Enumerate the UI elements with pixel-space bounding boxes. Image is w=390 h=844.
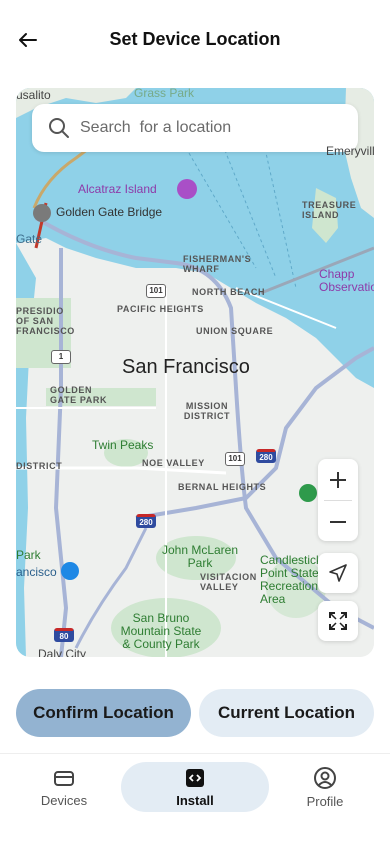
location-actions: Confirm Location Current Location [0, 689, 390, 737]
map-label-sausalito: usalito [16, 88, 51, 102]
map-label-emeryville: Emeryville [326, 144, 374, 158]
route-shield: 101 [146, 284, 166, 298]
fullscreen-icon [329, 612, 347, 630]
my-location-button[interactable] [318, 553, 358, 593]
map-label-district: District [16, 461, 63, 471]
interstate-shield: 280 [256, 449, 276, 463]
park-pin-icon [299, 484, 317, 502]
map-label-sco: ancisco [16, 565, 57, 579]
map-label-gate: Gate [16, 232, 43, 246]
search-input[interactable] [80, 119, 330, 137]
map-label-park: Park [16, 548, 41, 562]
search-bar[interactable] [32, 104, 358, 152]
map-label-mission-district: Mission District [183, 401, 231, 421]
map-label-bernal-heights: Bernal Heights [178, 482, 267, 492]
zoom-in-button[interactable] [318, 459, 358, 500]
page-title: Set Device Location [109, 29, 281, 49]
map-label-mclaren-park: John McLaren Park [161, 543, 239, 570]
map-label-north-beach: North Beach [192, 287, 266, 297]
route-shield: 1 [51, 350, 71, 364]
navigation-arrow-icon [329, 564, 347, 582]
current-location-button[interactable]: Current Location [199, 689, 374, 737]
header: Set Device Location [0, 0, 390, 80]
map-label-golden-gate-park: Golden Gate Park [50, 385, 108, 405]
map-label-observatory: Chapp Observatio [319, 267, 374, 294]
landmark-icon [33, 204, 51, 222]
map-label-visitacion-valley: Visitacion Valley [200, 572, 257, 592]
map-label-alcatraz: Alcatraz Island [78, 182, 157, 196]
zoom-out-button[interactable] [318, 501, 358, 542]
interstate-shield: 280 [136, 514, 156, 528]
minus-icon [330, 520, 346, 523]
map-label-noe-valley: Noe Valley [142, 458, 205, 468]
nav-label-install: Install [176, 792, 214, 808]
map-label-san-bruno: San Bruno Mountain State & County Park [120, 611, 202, 651]
map-view[interactable]: usalito Grass Park Emeryville Alcatraz I… [16, 88, 374, 657]
plus-icon [330, 471, 346, 488]
nav-item-devices[interactable]: Devices [24, 762, 104, 812]
search-icon [49, 118, 69, 138]
map-label-presidio: Presidio of San Francisco [16, 306, 75, 336]
map-label-daly-city: Daly City [38, 647, 87, 657]
install-code-icon [186, 768, 204, 787]
landmark-pin-icon [177, 179, 197, 199]
nav-label-devices: Devices [40, 792, 88, 808]
bottom-nav: Devices Install Profile [0, 754, 390, 844]
devices-icon [54, 770, 74, 786]
confirm-location-button[interactable]: Confirm Location [16, 689, 191, 737]
map-label-union-square: Union Square [196, 326, 274, 336]
map-label-twin-peaks: Twin Peaks [92, 438, 154, 452]
map-label-grass-park: Grass Park [134, 88, 195, 100]
map-label-golden-gate-bridge: Golden Gate Bridge [56, 205, 163, 219]
map-label-city: San Francisco [122, 356, 250, 378]
map-label-fishermans-wharf: Fisherman's Wharf [183, 254, 252, 274]
nav-item-install[interactable]: Install [121, 762, 269, 812]
shopping-pin-icon [61, 562, 79, 580]
fullscreen-button[interactable] [318, 601, 358, 641]
nav-item-profile[interactable]: Profile [285, 762, 365, 812]
zoom-controls [318, 459, 358, 541]
profile-icon [314, 766, 336, 789]
interstate-shield: 80 [54, 628, 74, 642]
map-label-treasure-island: Treasure Island [302, 200, 357, 220]
route-shield: 101 [225, 452, 245, 466]
map-label-pacific-heights: Pacific Heights [117, 304, 204, 314]
nav-label-profile: Profile [306, 793, 344, 809]
